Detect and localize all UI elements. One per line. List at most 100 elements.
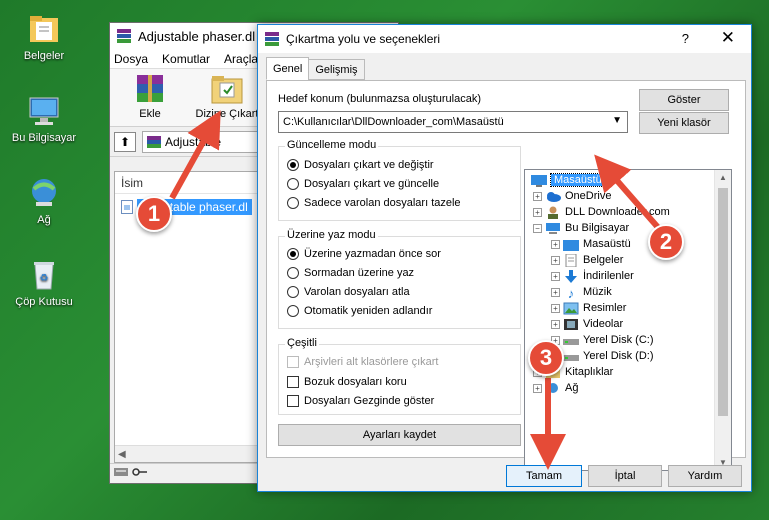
tree-item-drive-d[interactable]: + Yerel Disk (D:) [551, 348, 654, 364]
checkbox-indicator [287, 376, 299, 388]
folder-tree[interactable]: Masaüstü + OneDrive + DLL Downloader.com… [524, 169, 732, 471]
expand-icon[interactable]: + [533, 207, 542, 217]
new-folder-button[interactable]: Yeni klasör [639, 112, 729, 134]
collapse-icon[interactable]: − [533, 223, 542, 233]
add-button-label: Ekle [139, 108, 161, 120]
checkbox-extract-subfolders[interactable]: Arşivleri alt klasörlere çıkart [287, 356, 438, 368]
expand-icon[interactable]: + [533, 383, 542, 393]
tree-item-downloads[interactable]: + İndirilenler [551, 268, 634, 284]
extract-to-button-label: Dizine Çıkart [195, 108, 259, 120]
dialog-tabs: Genel Gelişmiş [266, 57, 365, 80]
radio-indicator [287, 159, 299, 171]
checkbox-label: Dosyaları Gezginde göster [304, 395, 435, 407]
desktop-icon-bu-bilgisayar[interactable]: Bu Bilgisayar [6, 94, 82, 144]
desktop-icon [531, 174, 547, 187]
checkbox-show-in-explorer[interactable]: Dosyaları Gezginde göster [287, 395, 434, 407]
network-icon [545, 382, 561, 395]
archive-icon [147, 135, 161, 148]
tree-label: İndirilenler [583, 270, 634, 282]
radio-auto-rename[interactable]: Otomatik yeniden adlandır [287, 305, 432, 317]
svg-text:♻: ♻ [40, 273, 49, 284]
ok-button[interactable]: Tamam [506, 465, 582, 487]
radio-overwrite-without-prompt[interactable]: Sormadan üzerine yaz [287, 267, 414, 279]
radio-extract-replace[interactable]: Dosyaları çıkart ve değiştir [287, 159, 434, 171]
radio-ask-before-overwrite[interactable]: Üzerine yazmadan önce sor [287, 248, 441, 260]
tree-item-videos[interactable]: + Videolar [551, 316, 623, 332]
radio-indicator [287, 267, 299, 279]
tree-item-drive-c[interactable]: + Yerel Disk (C:) [551, 332, 654, 348]
extract-to-button[interactable]: Dizine Çıkart [192, 73, 262, 126]
desktop-folder-icon [563, 238, 579, 251]
scroll-up-icon[interactable]: ▲ [719, 173, 727, 182]
expand-icon[interactable]: + [551, 239, 560, 249]
radio-label: Dosyaları çıkart ve değiştir [304, 159, 434, 171]
tree-item-pictures[interactable]: + Resimler [551, 300, 626, 316]
dialog-title-bar: Çıkartma yolu ve seçenekleri ? ✕ [258, 25, 751, 53]
documents-icon [563, 253, 579, 267]
music-icon: ♪ [563, 286, 579, 301]
cancel-button[interactable]: İptal [588, 465, 662, 487]
tree-item-this-pc[interactable]: − Bu Bilgisayar [533, 220, 629, 236]
add-archive-icon [131, 73, 169, 105]
checkbox-keep-broken[interactable]: Bozuk dosyaları koru [287, 376, 407, 388]
desktop-icon-label: Çöp Kutusu [15, 296, 73, 308]
help-button[interactable]: Yardım [668, 465, 742, 487]
radio-refresh-existing[interactable]: Sadece varolan dosyaları tazele [287, 197, 461, 209]
desktop-icon-cop-kutusu[interactable]: ♻ Çöp Kutusu [6, 258, 82, 308]
destination-path-combobox[interactable]: C:\Kullanıcılar\DllDownloader_com\Masaüs… [278, 111, 628, 133]
menu-dosya[interactable]: Dosya [114, 52, 148, 66]
save-settings-button[interactable]: Ayarları kaydet [278, 424, 521, 446]
checkbox-indicator [287, 356, 299, 368]
desktop-icon-belgeler[interactable]: Belgeler [6, 12, 82, 62]
expand-icon[interactable]: + [551, 287, 560, 297]
expand-icon[interactable]: + [551, 255, 560, 265]
expand-icon[interactable]: + [551, 303, 560, 313]
tree-root-desktop[interactable]: Masaüstü [531, 172, 606, 188]
radio-indicator [287, 305, 299, 317]
help-question-button[interactable]: ? [682, 31, 689, 46]
chevron-down-icon[interactable]: ▼ [612, 115, 622, 126]
svg-text:♪: ♪ [568, 286, 575, 299]
drive-icon [563, 334, 579, 347]
radio-label: Varolan dosyaları atla [304, 286, 410, 298]
checkbox-label: Arşivleri alt klasörlere çıkart [304, 356, 439, 368]
radio-label: Dosyaları çıkart ve güncelle [304, 178, 440, 190]
tree-item-music[interactable]: + ♪ Müzik [551, 284, 612, 301]
tree-label: OneDrive [565, 190, 612, 202]
tree-label: Masaüstü [550, 173, 606, 187]
drive-icon [563, 350, 579, 363]
tree-item-desktop[interactable]: + Masaüstü [551, 236, 631, 252]
menu-komutlar[interactable]: Komutlar [162, 52, 210, 66]
tree-item-documents[interactable]: + Belgeler [551, 252, 623, 268]
expand-icon[interactable]: + [533, 191, 542, 201]
menu-araclar[interactable]: Araçla [224, 52, 258, 66]
radio-indicator [287, 248, 299, 260]
tree-vertical-scrollbar[interactable]: ▲ ▼ [714, 170, 731, 470]
tab-genel[interactable]: Genel [266, 57, 310, 80]
up-folder-button[interactable]: ⬆ [114, 131, 136, 152]
update-mode-title: Güncelleme modu [285, 139, 379, 151]
tab-gelismis[interactable]: Gelişmiş [308, 59, 365, 80]
expand-icon[interactable]: + [551, 271, 560, 281]
tree-item-user[interactable]: + DLL Downloader.com [533, 204, 670, 220]
winrar-icon [116, 28, 132, 44]
tree-label: Yerel Disk (D:) [583, 350, 654, 362]
radio-skip-existing[interactable]: Varolan dosyaları atla [287, 286, 410, 298]
annotation-marker-3: 3 [528, 340, 564, 376]
annotation-marker-2: 2 [648, 224, 684, 260]
tree-item-network[interactable]: + Ağ [533, 380, 578, 396]
radio-label: Sadece varolan dosyaları tazele [304, 197, 461, 209]
desktop-icon-label: Ağ [37, 214, 51, 226]
add-button[interactable]: Ekle [122, 73, 178, 126]
scroll-left-icon: ◀ [118, 448, 126, 460]
scrollbar-thumb[interactable] [718, 188, 728, 416]
radio-extract-update[interactable]: Dosyaları çıkart ve güncelle [287, 178, 439, 190]
desktop-icon-ag[interactable]: Ağ [6, 176, 82, 226]
misc-title: Çeşitli [285, 337, 319, 349]
expand-icon[interactable]: + [551, 319, 560, 329]
tree-label: Kitaplıklar [565, 366, 614, 378]
close-button[interactable]: ✕ [721, 28, 735, 48]
show-button[interactable]: Göster [639, 89, 729, 111]
tree-item-onedrive[interactable]: + OneDrive [533, 188, 611, 204]
dialog-title: Çıkartma yolu ve seçenekleri [286, 32, 441, 46]
